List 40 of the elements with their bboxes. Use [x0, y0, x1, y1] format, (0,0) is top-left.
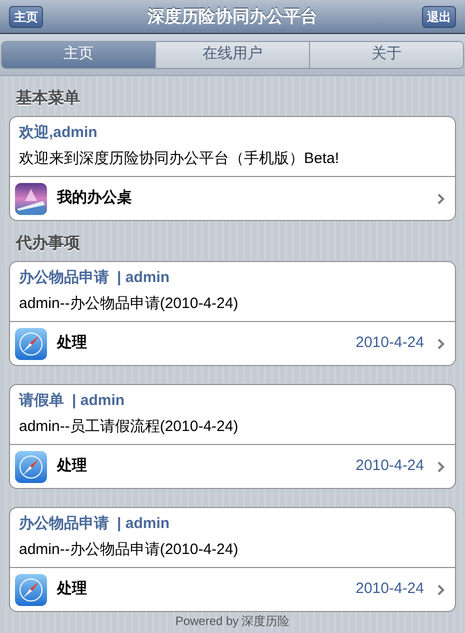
card-title: 办公物品申请 — [19, 268, 109, 288]
tab[interactable]: 关于 — [309, 42, 463, 68]
list-row[interactable]: 我的办公桌 — [10, 176, 455, 220]
tab[interactable]: 主页 — [2, 42, 155, 68]
section-title: 代办事项 — [14, 234, 81, 254]
footer-brand: 深度历险 — [242, 613, 290, 630]
card-text: 欢迎来到深度历险协同办公平台（手机版）Beta! — [19, 148, 340, 168]
row-label: 处理 — [57, 579, 88, 600]
footer-text: Powered by — [175, 613, 239, 630]
row-label: 处理 — [57, 333, 88, 354]
home-button[interactable]: 主页 — [9, 6, 43, 28]
card-title: 欢迎,admin — [19, 123, 98, 143]
card-text: admin--办公物品申请(2010-4-24) — [19, 540, 240, 560]
window-title: 深度历险协同办公平台 — [148, 6, 318, 28]
chevron-icon — [437, 584, 445, 596]
card-user: | admin — [117, 514, 170, 534]
card-text: admin--员工请假流程(2010-4-24) — [19, 416, 240, 436]
tab[interactable]: 在线用户 — [155, 42, 309, 68]
row-date: 2010-4-24 — [356, 579, 424, 600]
list-row[interactable]: 处理 2010-4-24 — [10, 444, 455, 488]
section-title: 基本菜单 — [15, 88, 81, 109]
chevron-icon — [437, 338, 445, 350]
row-date: 2010-4-24 — [356, 456, 424, 476]
chevron-icon — [437, 460, 445, 472]
compass-icon — [15, 328, 47, 360]
row-label: 处理 — [57, 456, 88, 476]
compass-icon — [15, 450, 47, 482]
list-row[interactable]: 处理 2010-4-24 — [10, 321, 455, 365]
app-icon — [15, 182, 47, 214]
logout-button[interactable]: 退出 — [422, 6, 456, 28]
list-row[interactable]: 处理 2010-4-24 — [10, 567, 455, 611]
card-user: | admin — [117, 268, 170, 288]
chevron-icon — [437, 192, 445, 204]
row-label: 我的办公桌 — [57, 188, 133, 208]
card-title: 办公物品申请 — [19, 514, 109, 534]
row-date: 2010-4-24 — [356, 333, 424, 354]
compass-icon — [15, 574, 47, 606]
card-user: | admin — [72, 391, 125, 411]
card-title: 请假单 — [19, 391, 64, 411]
card-text: admin--办公物品申请(2010-4-24) — [19, 294, 240, 314]
